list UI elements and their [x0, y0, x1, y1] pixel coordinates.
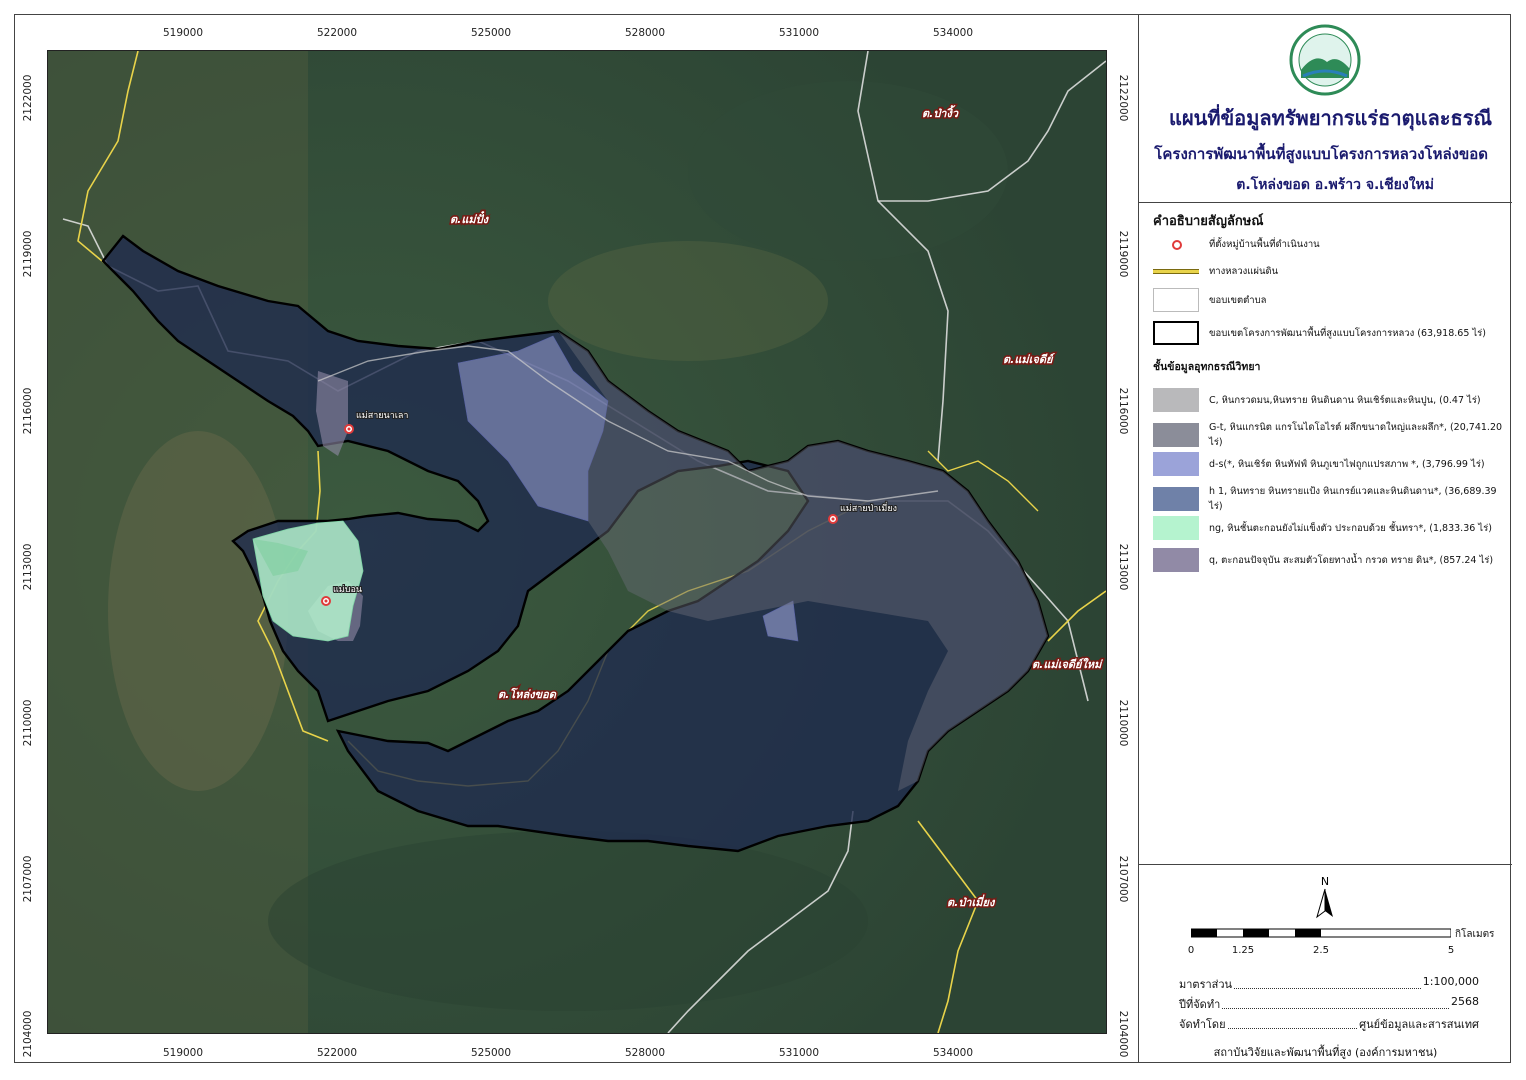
- geo-legend-label: h 1, หินทราย หินทรายแป้ง หินเกรย์แวคและห…: [1209, 486, 1497, 512]
- tick-label-right: 2107000: [1117, 855, 1129, 903]
- geo-legend-label: G-t, หินแกรนิต แกรโนไดโอไรต์ ผลึกขนาดใหญ…: [1209, 422, 1503, 448]
- village-icon: [1153, 232, 1199, 256]
- tick-label-left: 2113000: [22, 543, 34, 591]
- tick-label-left: 2119000: [22, 230, 34, 278]
- geo-swatch: [1153, 423, 1199, 447]
- tick-label-right: 2104000: [1117, 1010, 1129, 1058]
- tick-label-left: 2107000: [22, 855, 34, 903]
- info-year-value: 2568: [1451, 995, 1479, 1008]
- title-block: แผนที่ข้อมูลทรัพยากรแร่ธาตุและธรณี โครงก…: [1139, 14, 1512, 203]
- geo-swatch: [1153, 548, 1199, 572]
- legend-item-village: ที่ตั้งหมู่บ้านพื้นที่ดำเนินงาน: [1153, 232, 1320, 256]
- tick-label-bottom: 531000: [778, 1047, 820, 1059]
- subdistrict-swatch: [1153, 288, 1199, 312]
- scale-label: 0: [1187, 945, 1195, 956]
- geo-legend-item: C, หินกรวดมน,หินทราย หินดินดาน หินเชิร์ต…: [1153, 388, 1481, 412]
- legend-item-project: ขอบเขตโครงการพัฒนาพื้นที่สูงแบบโครงการหล…: [1153, 321, 1486, 345]
- geo-legend-label: ng, หินชั้นตะกอนยังไม่แข็งตัว ประกอบด้วย…: [1209, 522, 1492, 534]
- geo-swatch: [1153, 487, 1199, 511]
- tick-label-right: 2119000: [1117, 230, 1129, 278]
- tick-label-right: 2110000: [1117, 699, 1129, 747]
- forest-area: [688, 81, 1008, 261]
- tick-label-left: 2116000: [22, 387, 34, 435]
- tick-label-bottom: 519000: [162, 1047, 204, 1059]
- tick-label-right: 2122000: [1117, 74, 1129, 122]
- tick-label-top: 528000: [624, 27, 666, 39]
- map-location: ต.โหล่งขอด อ.พร้าว จ.เชียงใหม่: [1236, 177, 1434, 193]
- geo-swatch: [1153, 516, 1199, 540]
- legend-item-highway: ทางหลวงแผ่นดิน: [1153, 259, 1278, 283]
- organization-logo: [1289, 24, 1361, 96]
- svg-text:N: N: [1321, 875, 1329, 888]
- scale-label: 5: [1447, 945, 1455, 956]
- info-year: ปีที่จัดทำ 2568: [1179, 995, 1479, 1013]
- info-producer-value: ศูนย์ข้อมูลและสารสนเทศ: [1359, 1018, 1479, 1031]
- place-label-mae-chedi: ต.แม่เจดีย์: [1003, 353, 1055, 366]
- legend-item-subdistrict: ขอบเขตตำบล: [1153, 288, 1267, 312]
- info-producer-label: จัดทำโดย: [1179, 1018, 1226, 1031]
- place-label-lhong-khot: ต.โหล่งขอด: [498, 687, 557, 701]
- tick-label-bottom: 534000: [932, 1047, 974, 1059]
- tick-label-left: 2110000: [22, 699, 34, 747]
- legend-label: ทางหลวงแผ่นดิน: [1209, 265, 1279, 277]
- tick-label-top: 519000: [162, 27, 204, 39]
- tick-label-top: 525000: [470, 27, 512, 39]
- info-producer: จัดทำโดย ศูนย์ข้อมูลและสารสนเทศ: [1179, 1015, 1479, 1033]
- map-info-block: N 0 1.25 2.5 5 กิโลเมตร มาตราส่วน 1:100,000…: [1139, 864, 1512, 1064]
- forest-area-south: [268, 831, 868, 1011]
- geo-legend-label: C, หินกรวดมน,หินทราย หินดินดาน หินเชิร์ต…: [1209, 394, 1481, 406]
- map-canvas: ต.ป่างิ้ว ต.แม่ปั๋ง ต.แม่เจดีย์ ต.โหล่งข…: [48, 51, 1106, 1033]
- tick-label-top: 522000: [316, 27, 358, 39]
- geo-swatch: [1153, 452, 1199, 476]
- organization-name: สถาบันวิจัยและพัฒนาพื้นที่สูง (องค์การมห…: [1213, 1046, 1438, 1059]
- geo-legend-item: q, ตะกอนปัจจุบัน สะสมตัวโดยทางน้ำ กรวด ท…: [1153, 548, 1493, 572]
- legend-label: ขอบเขตตำบล: [1209, 294, 1267, 306]
- geo-swatch: [1153, 388, 1199, 412]
- tick-label-top: 531000: [778, 27, 820, 39]
- map-title: แผนที่ข้อมูลทรัพยากรแร่ธาตุและธรณี: [1169, 106, 1492, 130]
- tick-label-bottom: 522000: [316, 1047, 358, 1059]
- map-view[interactable]: ต.ป่างิ้ว ต.แม่ปั๋ง ต.แม่เจดีย์ ต.โหล่งข…: [47, 50, 1107, 1034]
- place-label-pa-miang: ต.ป่าเมี่ยง: [947, 894, 996, 909]
- valley-area: [108, 431, 288, 791]
- scale-label: 2.5: [1313, 945, 1329, 956]
- info-scale-label: มาตราส่วน: [1179, 978, 1233, 991]
- place-label-pa-ngio: ต.ป่างิ้ว: [922, 105, 959, 120]
- legend-label: ขอบเขตโครงการพัฒนาพื้นที่สูงแบบโครงการหล…: [1209, 327, 1486, 339]
- geo-legend-item: ng, หินชั้นตะกอนยังไม่แข็งตัว ประกอบด้วย…: [1153, 516, 1492, 540]
- highway-line-icon: [1153, 259, 1199, 283]
- info-scale-value: 1:100,000: [1422, 975, 1479, 988]
- clearing-area: [548, 241, 828, 361]
- geo-legend-title: ชั้นข้อมูลอุทกธรณีวิทยา: [1153, 361, 1261, 373]
- legend-title: คำอธิบายสัญลักษณ์: [1153, 214, 1264, 229]
- tick-label-right: 2113000: [1117, 543, 1129, 591]
- geo-legend-label: d-s(*, หินเชิร์ต หินทัฟฟ์ หินภูเขาไฟถูกแ…: [1209, 458, 1485, 470]
- side-panel: แผนที่ข้อมูลทรัพยากรแร่ธาตุและธรณี โครงก…: [1138, 14, 1512, 1064]
- place-label-mae-chedi-mai: ต.แม่เจดีย์ใหม่: [1032, 657, 1103, 671]
- project-swatch: [1153, 321, 1199, 345]
- tick-label-left: 2122000: [22, 74, 34, 122]
- village-label: แม่บอน: [333, 585, 362, 595]
- scale-bar: [1191, 928, 1451, 938]
- scale-unit: กิโลเมตร: [1455, 929, 1495, 940]
- tick-label-left: 2104000: [22, 1010, 34, 1058]
- tick-label-right: 2116000: [1117, 387, 1129, 435]
- geo-legend-item: h 1, หินทราย หินทรายแป้ง หินเกรย์แวคและห…: [1153, 484, 1511, 514]
- tick-label-top: 534000: [932, 27, 974, 39]
- info-year-label: ปีที่จัดทำ: [1179, 998, 1221, 1011]
- place-label-mae-pueng: ต.แม่ปั๋ง: [450, 210, 490, 226]
- village-label: แม่สายนาเลา: [356, 411, 408, 421]
- north-arrow-icon: N: [1316, 875, 1333, 919]
- geo-legend-item: d-s(*, หินเชิร์ต หินทัฟฟ์ หินภูเขาไฟถูกแ…: [1153, 452, 1485, 476]
- tick-label-bottom: 528000: [624, 1047, 666, 1059]
- legend-label: ที่ตั้งหมู่บ้านพื้นที่ดำเนินงาน: [1209, 238, 1320, 250]
- scale-label: 1.25: [1231, 945, 1255, 956]
- info-scale: มาตราส่วน 1:100,000: [1179, 975, 1479, 993]
- tick-label-bottom: 525000: [470, 1047, 512, 1059]
- map-subtitle: โครงการพัฒนาพื้นที่สูงแบบโครงการหลวงโหล่…: [1154, 145, 1488, 163]
- geo-legend-label: q, ตะกอนปัจจุบัน สะสมตัวโดยทางน้ำ กรวด ท…: [1209, 554, 1494, 566]
- geo-legend-item: G-t, หินแกรนิต แกรโนไดโอไรต์ ผลึกขนาดใหญ…: [1153, 420, 1511, 450]
